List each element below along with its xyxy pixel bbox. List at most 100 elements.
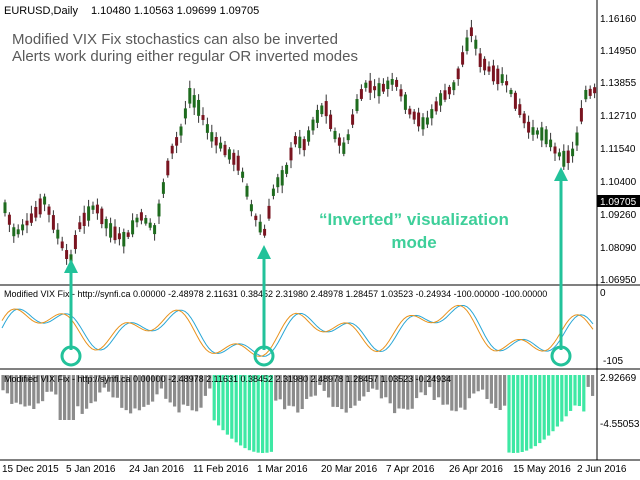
- candle-body: [219, 142, 223, 149]
- time-axis: 15 Dec 2015 5 Jan 2016 24 Jan 2016 11 Fe…: [2, 464, 627, 475]
- candle-body: [461, 52, 465, 65]
- histogram-bar: [538, 375, 542, 444]
- histogram-bar: [498, 375, 502, 410]
- candle-body: [386, 80, 390, 90]
- histogram-bar: [454, 375, 458, 412]
- candle-body: [289, 147, 293, 161]
- candle-body: [285, 164, 289, 174]
- candle-body: [509, 89, 513, 95]
- candle-body: [38, 198, 42, 215]
- histogram-bar: [239, 375, 243, 446]
- histogram-bar: [591, 375, 595, 396]
- candle-body: [571, 148, 575, 157]
- candle-body: [355, 99, 359, 111]
- time-label: 15 May 2016: [513, 464, 571, 475]
- candle-body: [399, 89, 403, 97]
- candle-body: [549, 139, 553, 148]
- candle-body: [210, 132, 214, 142]
- candle-body: [60, 241, 64, 249]
- arrow-annotations: [60, 167, 572, 367]
- candle-body: [241, 171, 245, 178]
- histogram-pane: Modified VIX Fix - http://synfi.ca 0.000…: [1, 373, 640, 453]
- candle-body: [333, 130, 337, 140]
- candle-body: [351, 114, 355, 125]
- time-label: 7 Apr 2016: [386, 464, 435, 475]
- candle-body: [377, 83, 381, 97]
- histogram-bar: [467, 375, 471, 399]
- hist-tick: -4.55053: [600, 419, 640, 430]
- candle-body: [161, 182, 165, 194]
- candle-body: [113, 226, 117, 241]
- candle-body: [584, 89, 588, 100]
- candle-body: [491, 65, 495, 82]
- candle-body: [329, 114, 333, 129]
- histogram-bar: [252, 375, 256, 452]
- candle-body: [135, 217, 139, 223]
- histogram-bar: [582, 375, 586, 412]
- candle-body: [557, 152, 561, 157]
- candle-body: [575, 132, 579, 146]
- candle-body: [430, 109, 434, 119]
- candle-body: [51, 215, 55, 230]
- candle-body: [16, 229, 20, 235]
- mode-annotation-line-1: “Inverted” visualization: [319, 210, 509, 229]
- indicator2-label: Modified VIX Fix - http://synfi.ca 0.000…: [4, 374, 451, 384]
- histogram-bar: [573, 375, 577, 406]
- stoch-tick: -105: [603, 356, 623, 367]
- candle-body: [421, 117, 425, 130]
- candle-body: [474, 39, 478, 49]
- histogram-bar: [463, 375, 467, 410]
- candle-body: [342, 142, 346, 154]
- histogram-bar: [481, 375, 485, 390]
- candle-body: [214, 136, 218, 146]
- histogram-bar: [256, 375, 260, 453]
- candle-body: [100, 208, 104, 225]
- histogram-bar: [516, 375, 520, 453]
- candle-body: [320, 105, 324, 115]
- candle-body: [544, 129, 548, 145]
- candle-body: [7, 214, 11, 225]
- candle-body: [478, 53, 482, 67]
- candle-body: [434, 101, 438, 112]
- candle-body: [109, 223, 113, 238]
- histogram-bar: [577, 375, 581, 407]
- candle-body: [425, 117, 429, 125]
- indicator1-label: Modified VIX Fix - http://synfi.ca 0.000…: [4, 289, 547, 299]
- histogram-bar: [494, 375, 498, 409]
- histogram-bar: [547, 375, 551, 436]
- candle-body: [527, 121, 531, 133]
- time-label: 20 Mar 2016: [321, 464, 378, 475]
- histogram-bar: [230, 375, 234, 439]
- histogram-bar: [529, 375, 533, 449]
- candle-body: [254, 215, 258, 221]
- arrow-head-icon: [554, 167, 568, 181]
- time-label: 26 Apr 2016: [449, 464, 503, 475]
- histogram-bar: [485, 375, 489, 400]
- histogram-bar: [555, 375, 559, 427]
- candle-body: [263, 228, 267, 236]
- mode-annotation-line-2: mode: [391, 233, 437, 252]
- candle-body: [280, 170, 284, 186]
- candle-body: [73, 234, 77, 250]
- time-label: 2 Jun 2016: [577, 464, 627, 475]
- candle-body: [579, 108, 583, 122]
- stoch-tick: 0: [600, 288, 606, 299]
- candle-body: [122, 231, 126, 247]
- candle-body: [144, 217, 148, 224]
- price-ticks: 1.16160 1.14950 1.13855 1.12710 1.11540 …: [600, 14, 637, 286]
- candle-body: [346, 134, 350, 141]
- histogram-bar: [503, 375, 507, 406]
- candle-body: [258, 221, 262, 233]
- time-label: 5 Jan 2016: [66, 464, 116, 475]
- histogram-bar: [560, 375, 564, 422]
- annotation-line-2: Alerts work during either regular OR inv…: [12, 48, 358, 65]
- candle-body: [465, 37, 469, 52]
- candle-body: [337, 137, 341, 146]
- candle-body: [315, 109, 319, 123]
- price-tick: 1.06950: [600, 275, 637, 286]
- candle-body: [47, 206, 51, 215]
- arrow-head-icon: [257, 245, 271, 259]
- candle-body: [183, 108, 187, 119]
- price-tick: 1.12710: [600, 111, 637, 122]
- candle-body: [522, 113, 526, 124]
